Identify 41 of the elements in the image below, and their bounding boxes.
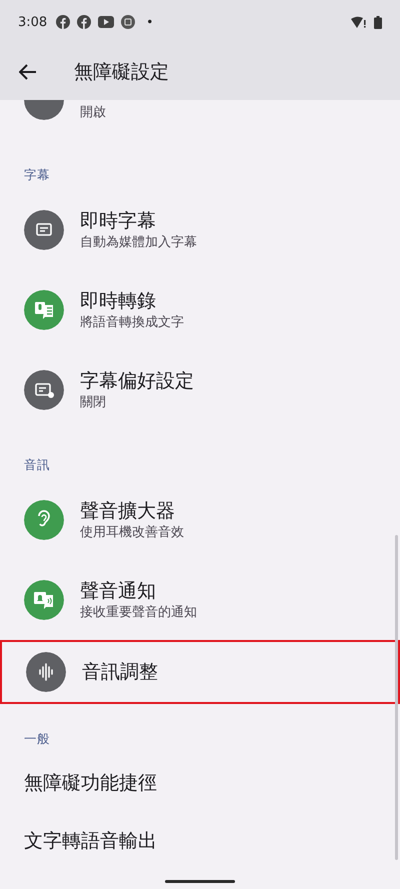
section-header: 音訊 <box>24 457 50 473</box>
setting-summary: 關閉 <box>80 394 107 412</box>
setting-title: 聲音擴大器 <box>80 499 176 524</box>
setting-summary: 自動為媒體加入字幕 <box>80 234 197 252</box>
setting-title: 無障礙功能捷徑 <box>24 771 157 796</box>
setting-title: 即時字幕 <box>80 209 157 234</box>
settings-row[interactable]: 聲音擴大器 使用耳機改善音效 <box>0 480 400 560</box>
setting-title: 文字轉語音輸出 <box>24 829 157 854</box>
setting-summary: 將語音轉換成文字 <box>80 314 184 332</box>
notification-dot: • <box>146 15 154 29</box>
settings-row[interactable]: 即時字幕 自動為媒體加入字幕 <box>0 190 400 270</box>
setting-title: 音訊調整 <box>82 660 158 685</box>
settings-row[interactable]: 無障礙功能捷徑 <box>0 754 400 812</box>
setting-summary: 使用耳機改善音效 <box>80 524 184 542</box>
caption-box-icon <box>24 210 64 250</box>
sound-wave-icon <box>26 652 66 692</box>
caption-gear-icon <box>24 370 64 410</box>
status-time: 3:08 <box>18 14 48 30</box>
settings-row[interactable]: 字幕偏好設定 關閉 <box>0 350 400 430</box>
setting-summary: 接收重要聲音的通知 <box>80 604 197 622</box>
video-play-icon <box>98 16 114 28</box>
facebook-icon <box>77 15 92 29</box>
microphone-text-icon <box>24 290 64 330</box>
ear-icon <box>24 500 64 540</box>
app-icon <box>121 15 136 29</box>
setting-title: 聲音通知 <box>80 579 157 604</box>
battery-icon <box>374 16 382 28</box>
settings-row[interactable]: 開啟 <box>0 100 400 140</box>
setting-summary: 開啟 <box>80 104 106 122</box>
wifi-icon <box>351 16 367 28</box>
section-header: 一般 <box>24 731 50 747</box>
setting-title: 即時轉錄 <box>80 289 157 314</box>
facebook-icon <box>56 15 70 29</box>
settings-row[interactable]: 文字轉語音輸出 <box>0 812 400 870</box>
bell-sound-icon <box>24 580 64 620</box>
settings-row[interactable]: 聲音通知 接收重要聲音的通知 <box>0 560 400 640</box>
section-header: 字幕 <box>24 167 50 183</box>
settings-row[interactable]: 音訊調整 <box>0 640 400 704</box>
setting-title: 字幕偏好設定 <box>80 369 194 394</box>
page-title: 無障礙設定 <box>74 60 169 85</box>
settings-row[interactable]: 即時轉錄 將語音轉換成文字 <box>0 270 400 350</box>
